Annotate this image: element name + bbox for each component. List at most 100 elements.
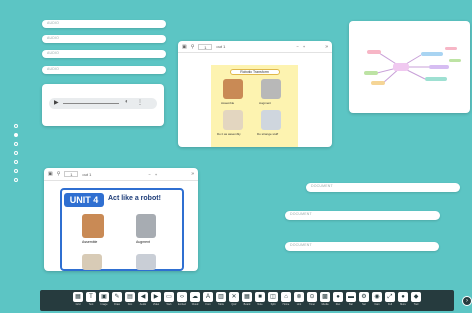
audio-player[interactable]: ▶ ◐ ⋮ xyxy=(49,98,157,109)
toolbar-tool-full[interactable]: ⤢ Full xyxy=(384,292,396,306)
toolbar-tool-label: Text xyxy=(88,303,94,306)
page-dot[interactable] xyxy=(14,178,18,182)
zoom-in-button[interactable]: + xyxy=(303,44,305,49)
toolbar-tool-label: Home xyxy=(282,303,290,306)
worksheet-label: Do strange stuff xyxy=(257,132,279,136)
toolbar-tool-split[interactable]: ◫ Split xyxy=(267,292,279,306)
search-icon[interactable]: ⚲ xyxy=(191,44,195,50)
toolbar-tool-label: Table xyxy=(218,303,224,306)
audio-pill-label: AUDIO xyxy=(47,67,60,71)
pdf-viewer-small: ▣ ⚲ 1 out 1 − + » Robotic Transform Asse… xyxy=(178,41,332,147)
toolbar-tool-home[interactable]: ⌂ Home xyxy=(280,292,292,306)
page-dot[interactable] xyxy=(14,160,18,164)
toolbar-tool-quiz[interactable]: ✕ Quiz xyxy=(228,292,240,306)
video-tool-icon: ▶ xyxy=(151,292,161,302)
document-pill[interactable]: DOCUMENT xyxy=(285,242,439,251)
toolbar-tool-table[interactable]: ▥ Table xyxy=(215,292,227,306)
toolbar-tool-label: Cam xyxy=(374,303,380,306)
audio-pill[interactable]: AUDIO xyxy=(42,20,166,28)
page-total: out 1 xyxy=(216,44,226,49)
toolbar-tool-more[interactable]: ● More xyxy=(397,292,409,306)
toolbar-tool-label: Tool xyxy=(413,303,419,306)
expand-icon[interactable]: » xyxy=(191,171,194,177)
image-tool-icon: ▣ xyxy=(99,292,109,302)
audio-progress-track[interactable] xyxy=(63,103,119,104)
page-dot[interactable] xyxy=(14,151,18,155)
toolbar-tool-media[interactable]: ▩ Media xyxy=(319,292,331,306)
toolbar-tool-audio[interactable]: ◀ Audio xyxy=(137,292,149,306)
link-tool-icon: ⊗ xyxy=(294,292,304,302)
page-dot[interactable] xyxy=(14,142,18,146)
toolbar-tool-draw[interactable]: ✎ Draw xyxy=(111,292,123,306)
audio-tool-icon: ◀ xyxy=(138,292,148,302)
media-tool-icon: ▩ xyxy=(320,292,330,302)
zoom-out-button[interactable]: − xyxy=(149,172,151,177)
toolbar-tool-web[interactable]: ▭ Web xyxy=(163,292,175,306)
page-indicator xyxy=(14,124,18,182)
pdf-toolbar: ▣ ⚲ 1 out 1 − + » xyxy=(44,168,198,181)
play-icon[interactable]: ▶ xyxy=(54,99,59,106)
page-dot[interactable] xyxy=(14,124,18,128)
toolbar-expand-button[interactable]: › xyxy=(462,296,472,306)
zoom-out-button[interactable]: − xyxy=(297,44,299,49)
audio-pill-label: AUDIO xyxy=(47,36,60,40)
toolbar-tool-cam[interactable]: ◉ Cam xyxy=(371,292,383,306)
document-pill[interactable]: DOCUMENT xyxy=(306,183,460,192)
page-dot-active[interactable] xyxy=(14,133,18,137)
toolbar-tool-label: Quiz xyxy=(231,303,237,306)
toolbar-tool-label: Font xyxy=(205,303,211,306)
toolbar-tool-label: Bar xyxy=(349,303,353,306)
toolbar-tool-note[interactable]: ■ Note xyxy=(254,292,266,306)
toolbar-tool-embed[interactable]: ‹› Embed xyxy=(176,292,188,306)
worksheet-heading: Robotic Transform xyxy=(229,69,280,75)
document-pill[interactable]: DOCUMENT xyxy=(285,211,440,220)
search-icon[interactable]: ⚲ xyxy=(57,171,61,177)
expand-icon[interactable]: » xyxy=(325,44,328,50)
pdf-page: Robotic Transform Assemble Augment Do it… xyxy=(211,65,298,147)
audio-pill[interactable]: AUDIO xyxy=(42,66,166,74)
text-tool-icon: T xyxy=(86,292,96,302)
toolbar-tool-font[interactable]: A Font xyxy=(202,292,214,306)
mindmap-card[interactable] xyxy=(349,21,470,113)
sidebar-toggle-icon[interactable]: ▣ xyxy=(182,44,187,50)
toolbar-tool-label: Cloud xyxy=(191,303,199,306)
page-dot[interactable] xyxy=(14,169,18,173)
page-input[interactable]: 1 xyxy=(198,43,213,50)
audio-pill[interactable]: AUDIO xyxy=(42,35,166,43)
toolbar-tool-tool[interactable]: ◆ Tool xyxy=(410,292,422,306)
table-tool-icon: ▥ xyxy=(216,292,226,302)
toolbar-tool-link[interactable]: ⊗ Link xyxy=(293,292,305,306)
volume-icon[interactable]: ◐ xyxy=(125,99,129,105)
toolbar-tool-rec[interactable]: ● Rec xyxy=(332,292,344,306)
toolbar-tool-video[interactable]: ▶ Video xyxy=(150,292,162,306)
toolbar-tool-label: Grid xyxy=(75,303,81,306)
page-input[interactable]: 1 xyxy=(64,171,79,177)
toolbar-tool-label: Web xyxy=(166,303,172,306)
audio-pill[interactable]: AUDIO xyxy=(42,50,166,58)
timer-tool-icon: ⊙ xyxy=(307,292,317,302)
quiz-tool-icon: ✕ xyxy=(229,292,239,302)
mindmap-image xyxy=(364,47,461,85)
toolbar-tool-image[interactable]: ▣ Image xyxy=(98,292,110,306)
worksheet-image xyxy=(136,214,156,238)
toolbar-tool-timer[interactable]: ⊙ Timer xyxy=(306,292,318,306)
toolbar-tool-text[interactable]: T Text xyxy=(85,292,97,306)
toolbar-tool-set[interactable]: ⚙ Set xyxy=(358,292,370,306)
audio-pill-label: AUDIO xyxy=(47,21,60,25)
more-icon[interactable]: ⋮ xyxy=(137,99,143,106)
more-tool-icon: ● xyxy=(398,292,408,302)
toolbar-tool-doc[interactable]: ▤ Doc xyxy=(124,292,136,306)
page-total: out 1 xyxy=(82,171,92,177)
bar-tool-icon: ▬ xyxy=(346,292,356,302)
toolbar-tool-grid[interactable]: ▦ Grid xyxy=(72,292,84,306)
zoom-in-button[interactable]: + xyxy=(155,172,157,177)
note-tool-icon: ■ xyxy=(255,292,265,302)
toolbar-tool-bar[interactable]: ▬ Bar xyxy=(345,292,357,306)
toolbar-tool-cloud[interactable]: ☁ Cloud xyxy=(189,292,201,306)
toolbar-tool-board[interactable]: ▦ Board xyxy=(241,292,253,306)
sidebar-toggle-icon[interactable]: ▣ xyxy=(48,171,53,177)
cam-tool-icon: ◉ xyxy=(372,292,382,302)
worksheet-label: Do it as assembly xyxy=(217,132,241,136)
toolbar-tool-label: Video xyxy=(152,303,160,306)
worksheet-image xyxy=(261,110,281,130)
